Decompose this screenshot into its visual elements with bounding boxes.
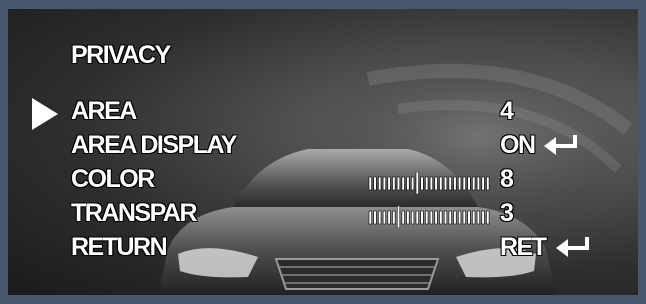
menu-item-area-display[interactable]: AREA DISPLAY (71, 131, 237, 160)
slider-tick (401, 210, 405, 225)
slider-tick (420, 176, 424, 191)
menu-title: PRIVACY (71, 41, 171, 69)
slider-tick (439, 210, 443, 225)
slider-tick (448, 176, 452, 191)
slider-tick (378, 176, 382, 191)
slider-tick (486, 210, 490, 225)
transparency-value: 3 (500, 199, 514, 227)
enter-arrow-icon (544, 135, 577, 155)
slider-tick (443, 176, 448, 191)
slider-marker (396, 206, 401, 228)
slider-tick (387, 176, 391, 191)
area-display-value: ON (500, 131, 536, 159)
slider-tick (368, 176, 372, 191)
slider-tick (425, 210, 429, 225)
slider-tick (458, 176, 462, 191)
slider-tick (420, 210, 424, 225)
slider-tick (392, 176, 396, 191)
color-value: 8 (500, 165, 514, 193)
slider-tick (415, 210, 419, 225)
slider-tick (476, 176, 480, 191)
slider-tick (378, 210, 382, 225)
slider-tick (429, 176, 433, 191)
enter-arrow-icon (556, 237, 589, 257)
slider-tick (472, 210, 476, 225)
slider-tick (410, 176, 415, 191)
slider-tick (467, 210, 471, 225)
slider-tick (434, 210, 438, 225)
menu-item-area[interactable]: AREA (71, 97, 137, 126)
slider-tick (368, 210, 372, 225)
slider-tick (387, 210, 391, 225)
slider-tick (439, 176, 443, 191)
slider-tick (462, 210, 466, 225)
slider-tick (467, 176, 471, 191)
slider-tick (462, 176, 466, 191)
slider-tick (396, 176, 401, 191)
slider-tick (476, 210, 480, 225)
slider-tick (425, 176, 429, 191)
slider-tick (401, 176, 405, 191)
slider-tick (406, 210, 410, 225)
menu-item-transpar[interactable]: TRANSPAR (71, 199, 198, 228)
transparency-slider[interactable] (367, 206, 495, 228)
slider-tick (458, 210, 462, 225)
menu-item-return[interactable]: RETURN (71, 233, 168, 262)
area-value: 4 (500, 97, 514, 125)
right-triangle-icon (32, 98, 58, 130)
slider-tick (481, 210, 485, 225)
slider-marker (415, 172, 419, 194)
slider-tick (429, 210, 433, 225)
menu-item-color[interactable]: COLOR (71, 165, 155, 194)
slider-tick (481, 176, 485, 191)
slider-tick (448, 210, 452, 225)
slider-tick (453, 210, 457, 225)
slider-tick (486, 176, 490, 191)
slider-tick (443, 210, 448, 225)
color-slider[interactable] (367, 172, 495, 194)
osd-screen: PRIVACY AREA 4 AREA DISPLAY ON COLOR 8 T… (8, 9, 638, 295)
slider-tick (382, 210, 387, 225)
slider-tick (472, 176, 476, 191)
slider-tick (406, 176, 410, 191)
slider-tick (373, 176, 377, 191)
slider-tick (453, 176, 457, 191)
slider-tick (434, 176, 438, 191)
slider-tick (392, 210, 396, 225)
slider-tick (373, 210, 377, 225)
return-value: RET (500, 233, 547, 261)
slider-tick (410, 210, 415, 225)
slider-tick (382, 176, 387, 191)
